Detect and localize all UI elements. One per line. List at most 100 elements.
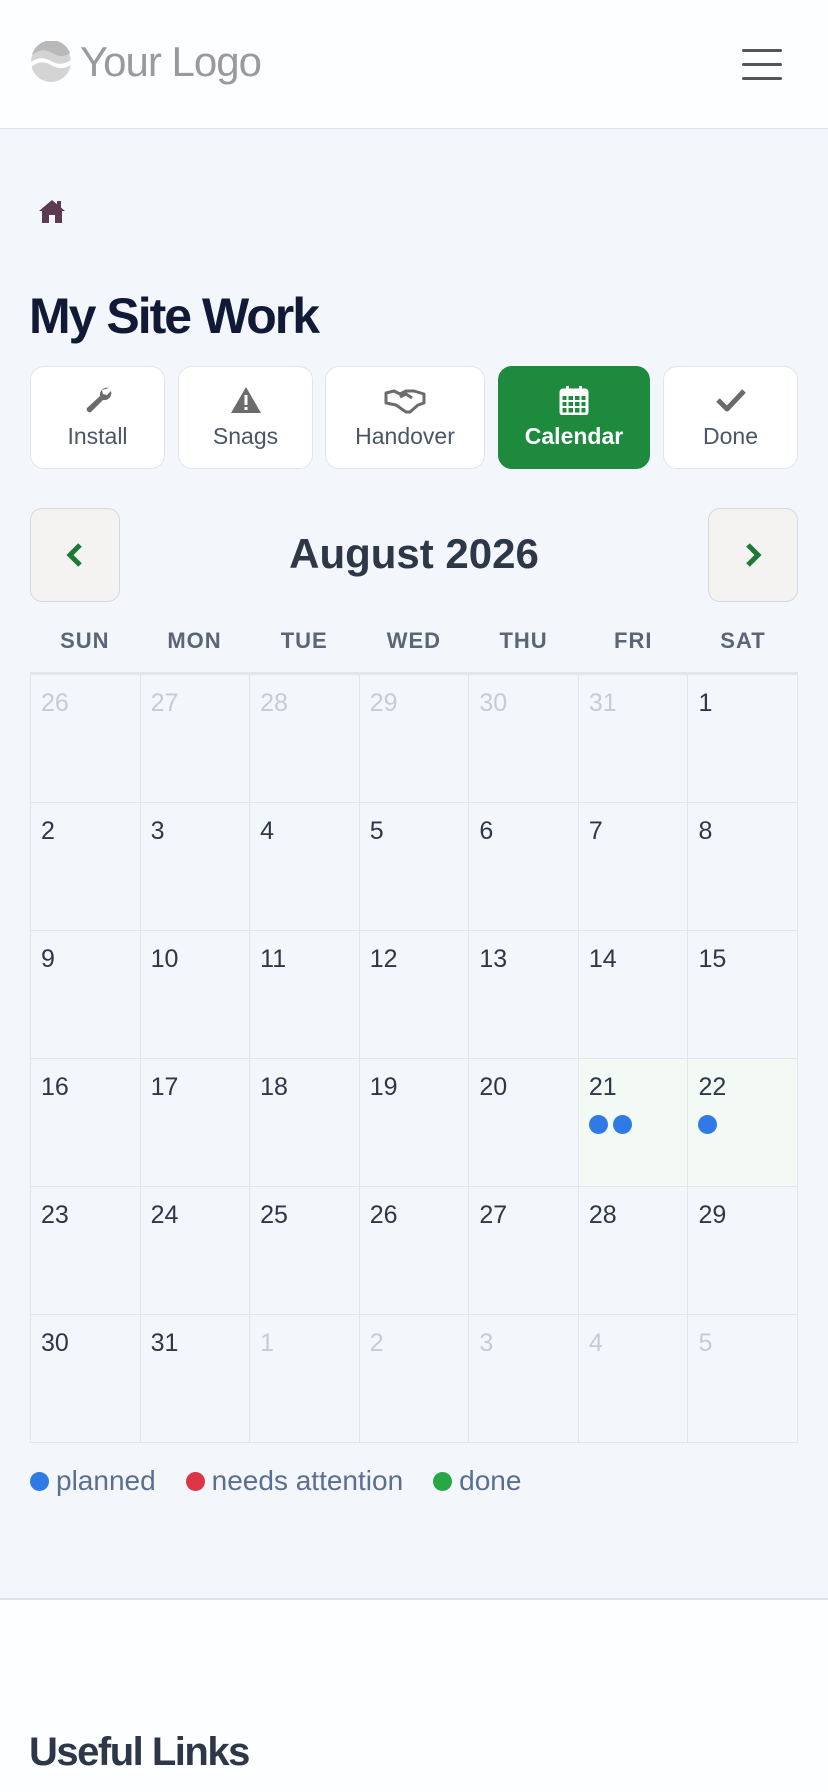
tab-label: Calendar [524, 423, 624, 449]
calendar-day[interactable]: 26 [359, 1187, 470, 1315]
handshake-icon [384, 389, 426, 414]
calendar-day[interactable]: 7 [578, 803, 689, 931]
tab-label: Done [703, 423, 758, 449]
calendar-day[interactable]: 15 [688, 931, 799, 1059]
calendar-day[interactable]: 30 [469, 675, 579, 803]
day-number: 5 [369, 817, 384, 845]
calendar-day[interactable]: 13 [469, 931, 579, 1059]
day-number: 30 [41, 1329, 69, 1357]
hamburger-menu-icon[interactable] [742, 49, 782, 81]
calendar-day[interactable]: 5 [359, 803, 470, 931]
legend-item-attention: needs attention [185, 1465, 404, 1497]
day-number: 26 [41, 689, 69, 717]
legend-label: done [459, 1465, 522, 1496]
tab-label: Snags [212, 423, 279, 449]
calendar-legend: planned needs attention done [30, 1465, 551, 1497]
calendar-day[interactable]: 21 [578, 1059, 689, 1187]
calendar-day[interactable]: 1 [688, 675, 799, 803]
calendar-day[interactable]: 25 [250, 1187, 360, 1315]
calendar-day[interactable]: 8 [688, 803, 799, 931]
day-number: 27 [479, 1201, 508, 1229]
day-number: 28 [588, 1201, 617, 1229]
calendar-day[interactable]: 12 [359, 931, 470, 1059]
day-number: 29 [698, 1201, 727, 1229]
calendar-day[interactable]: 17 [140, 1059, 251, 1187]
check-icon [715, 389, 746, 412]
event-dot-planned[interactable] [698, 1115, 718, 1134]
calendar-week: 9 10 11 12 13 14 15 [31, 931, 799, 1059]
tab-handover[interactable]: Handover [325, 366, 485, 469]
calendar-day[interactable]: 1 [250, 1315, 360, 1443]
calendar-day[interactable]: 30 [31, 1315, 141, 1443]
calendar-day[interactable]: 10 [140, 931, 251, 1059]
day-number: 21 [588, 1073, 617, 1101]
calendar-day[interactable]: 28 [578, 1187, 689, 1315]
calendar-day[interactable]: 31 [578, 675, 689, 803]
day-number: 6 [479, 817, 494, 845]
weekday-label: SUN [60, 628, 110, 653]
calendar-day[interactable]: 22 [688, 1059, 799, 1187]
calendar-day[interactable]: 20 [469, 1059, 579, 1187]
calendar-week: 16 17 18 19 20 21 22 [31, 1059, 799, 1187]
calendar-day[interactable]: 6 [469, 803, 579, 931]
event-dots [698, 1115, 722, 1134]
calendar-day[interactable]: 4 [250, 803, 360, 931]
event-dots [588, 1115, 637, 1134]
calendar-day[interactable]: 18 [250, 1059, 360, 1187]
day-number: 14 [588, 945, 617, 973]
calendar-day[interactable]: 26 [31, 675, 141, 803]
prev-month-button[interactable] [30, 508, 120, 602]
calendar-week: 2 3 4 5 6 7 8 [31, 803, 799, 931]
day-number: 13 [479, 945, 508, 973]
next-month-button[interactable] [708, 508, 798, 602]
weekday-label: SAT [720, 628, 766, 653]
day-number: 3 [479, 1329, 494, 1357]
tab-done[interactable]: Done [663, 366, 798, 469]
tab-calendar[interactable]: Calendar [498, 366, 650, 469]
weekday-label: WED [386, 628, 442, 653]
calendar-day[interactable]: 24 [140, 1187, 251, 1315]
tab-label: Install [67, 423, 128, 449]
calendar-day[interactable]: 31 [140, 1315, 251, 1443]
home-icon[interactable] [37, 196, 67, 226]
calendar-day[interactable]: 29 [359, 675, 470, 803]
calendar-day[interactable]: 29 [688, 1187, 799, 1315]
day-number: 5 [698, 1329, 713, 1357]
day-number: 11 [260, 945, 287, 973]
calendar-day[interactable]: 3 [469, 1315, 579, 1443]
day-number: 4 [588, 1329, 603, 1357]
calendar-day[interactable]: 2 [359, 1315, 470, 1443]
calendar-grid: 26 27 28 29 30 31 1 2 3 4 5 6 7 8 9 10 11 12 13 14 15 16 17 18 1… [30, 672, 799, 1443]
calendar-day[interactable]: 23 [31, 1187, 141, 1315]
weekday-label: FRI [614, 628, 653, 653]
tab-install[interactable]: Install [30, 366, 165, 469]
event-dot-planned[interactable] [588, 1115, 608, 1134]
event-dot-planned[interactable] [612, 1115, 632, 1134]
day-number: 2 [369, 1329, 384, 1357]
day-number: 31 [588, 689, 617, 717]
logo[interactable]: Your Logo [30, 38, 262, 86]
calendar-day[interactable]: 19 [359, 1059, 470, 1187]
calendar-day[interactable]: 14 [578, 931, 689, 1059]
day-number: 7 [588, 817, 603, 845]
calendar-day[interactable]: 28 [250, 675, 360, 803]
day-number: 30 [479, 689, 508, 717]
calendar-day[interactable]: 27 [469, 1187, 579, 1315]
logo-text: Your Logo [80, 38, 262, 85]
legend-dot [433, 1471, 453, 1491]
calendar-day[interactable]: 4 [578, 1315, 689, 1443]
calendar-day[interactable]: 11 [250, 931, 360, 1059]
calendar-day[interactable]: 16 [31, 1059, 141, 1187]
calendar-day[interactable]: 5 [688, 1315, 799, 1443]
day-number: 12 [369, 945, 398, 973]
calendar-day[interactable]: 9 [31, 931, 141, 1059]
chevron-left-icon [66, 543, 82, 567]
calendar-day[interactable]: 27 [140, 675, 251, 803]
legend-label: needs attention [211, 1465, 404, 1496]
calendar-icon [559, 386, 589, 415]
day-number: 23 [41, 1201, 69, 1229]
calendar-day[interactable]: 3 [140, 803, 251, 931]
calendar-day[interactable]: 2 [31, 803, 141, 931]
weekday-label: MON [167, 628, 222, 653]
tab-snags[interactable]: Snags [178, 366, 313, 469]
